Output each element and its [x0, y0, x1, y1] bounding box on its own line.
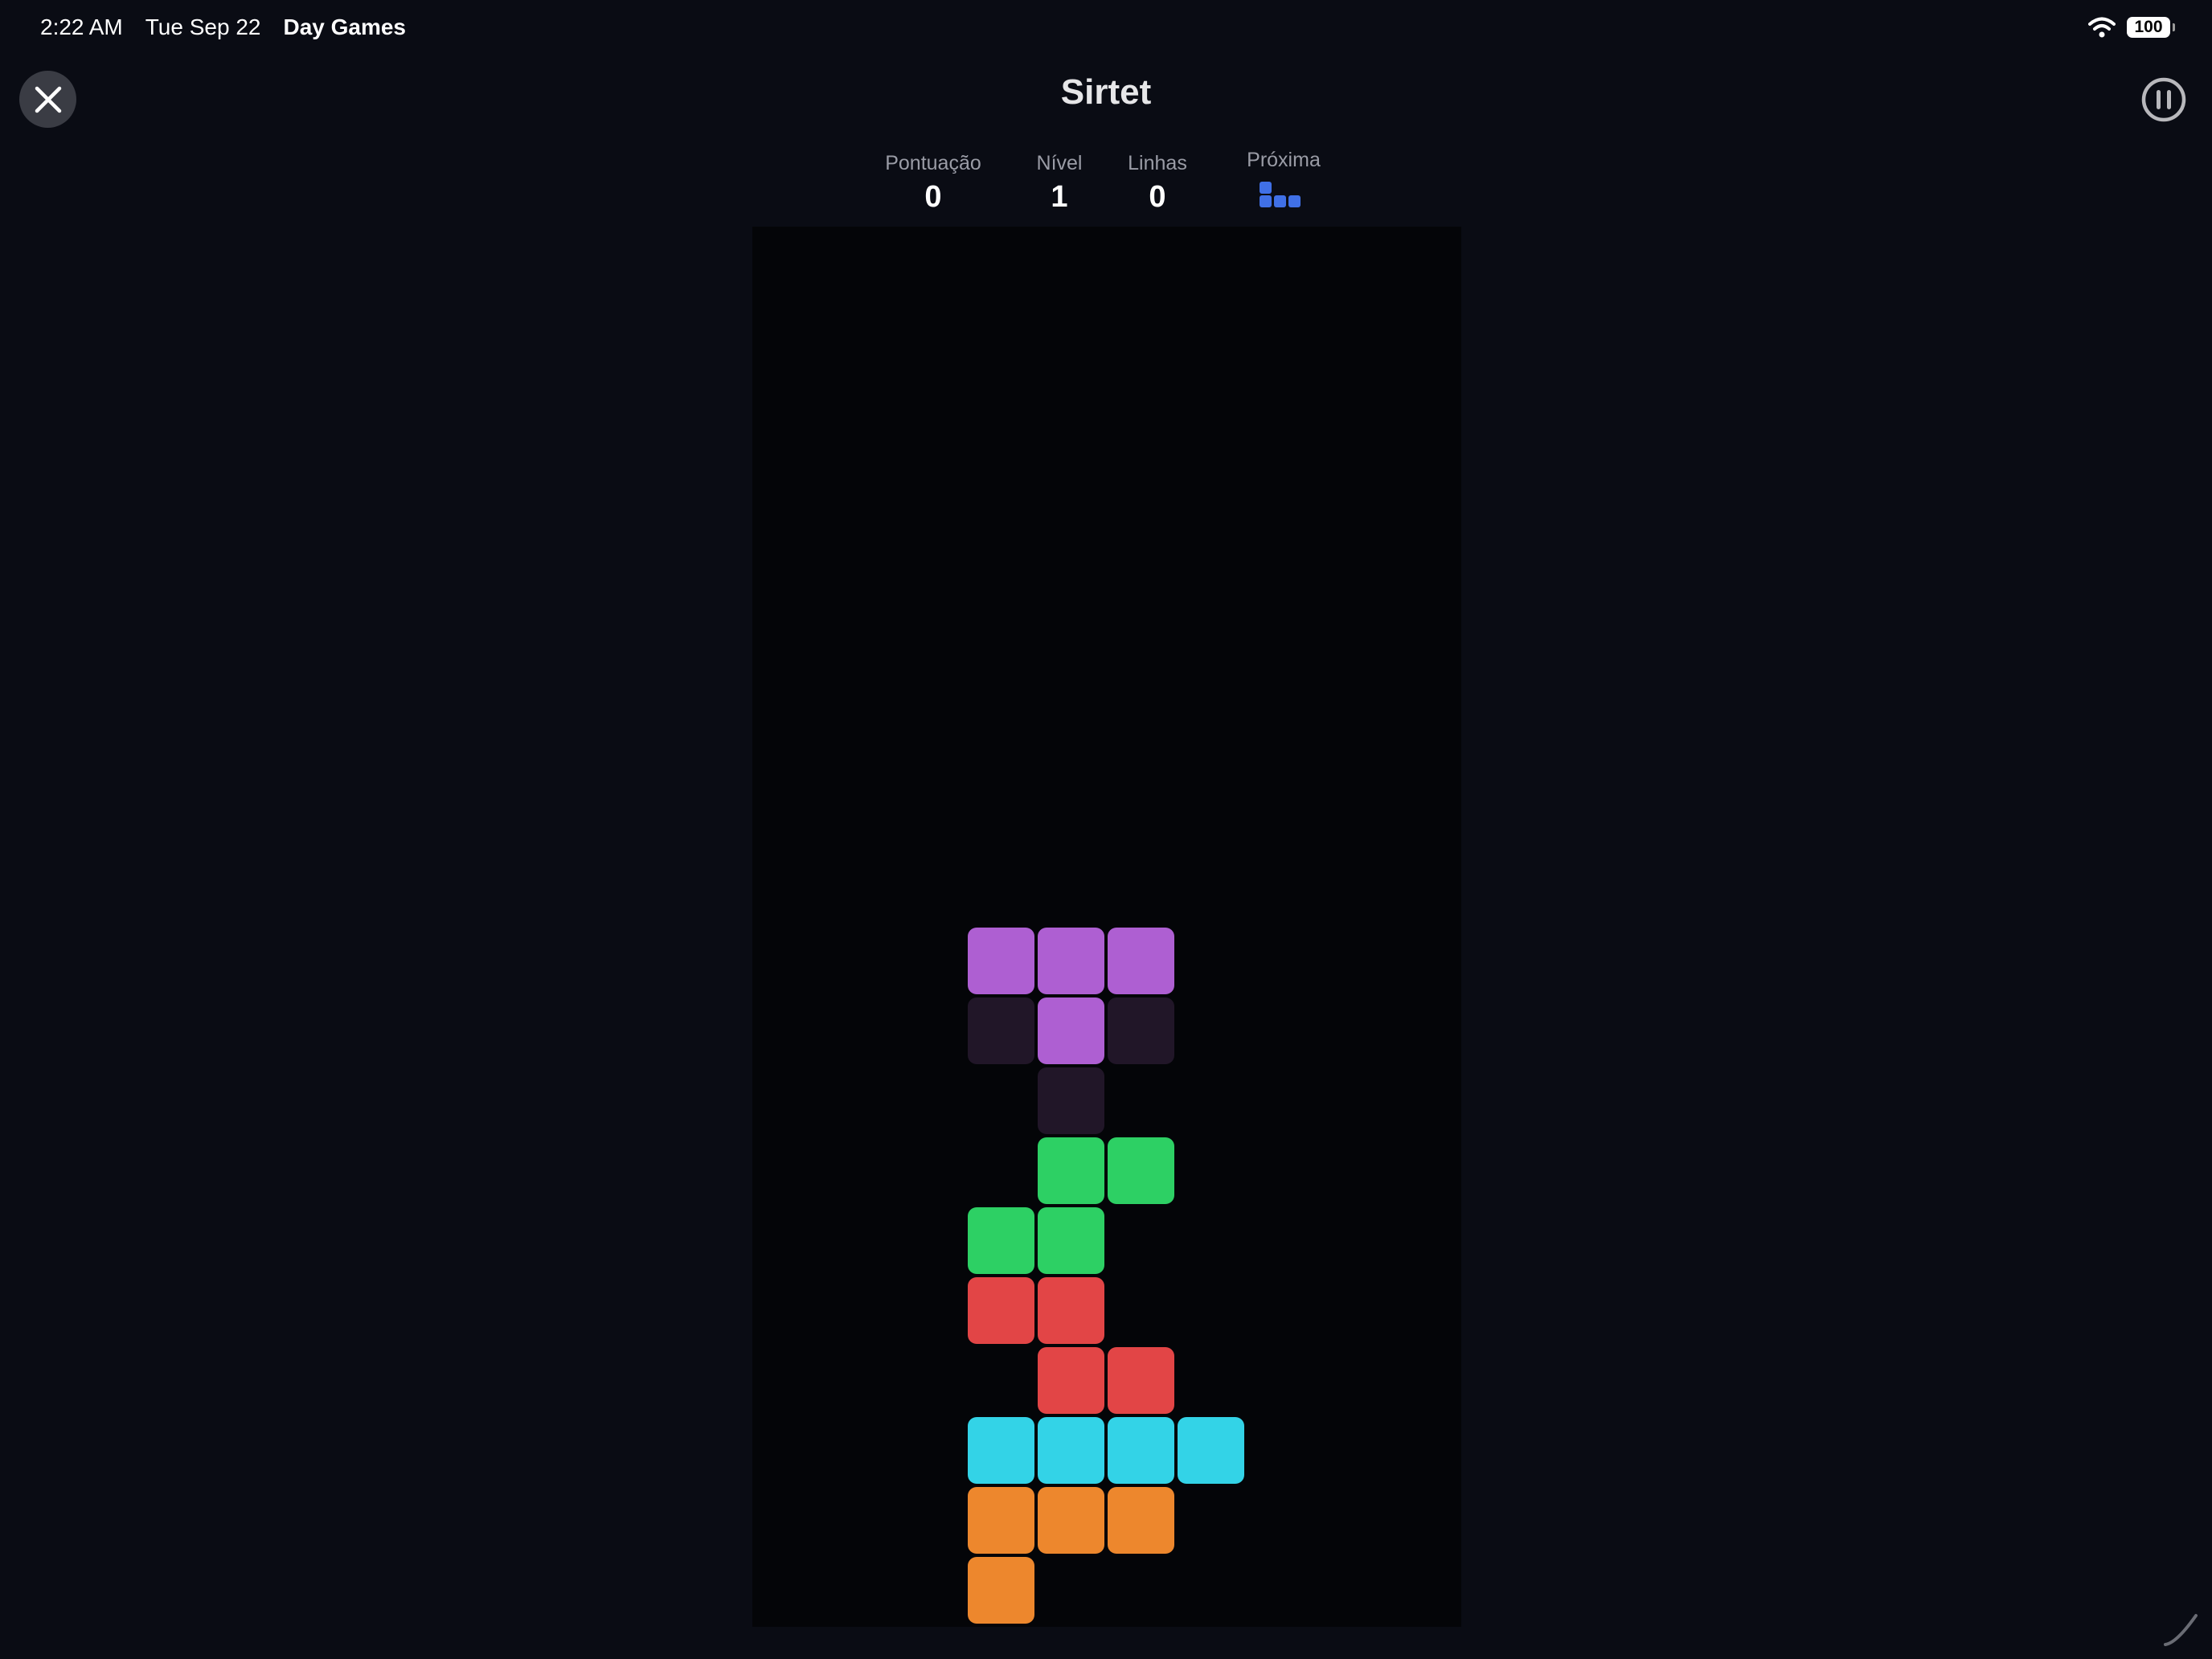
- next-piece-cell: [1260, 182, 1272, 194]
- game-title: Sirtet: [1060, 72, 1152, 112]
- wifi-icon: [2088, 17, 2116, 38]
- active-piece-cell: [1108, 928, 1174, 994]
- status-bar-left: 2:22 AM Tue Sep 22 Day Games: [40, 11, 428, 43]
- stacked-cell-orange: [968, 1487, 1034, 1554]
- close-button[interactable]: [19, 71, 76, 128]
- lines-label: Linhas: [1128, 152, 1187, 174]
- score-stat: Pontuação 0: [861, 150, 1006, 217]
- active-piece-cell: [1038, 997, 1104, 1064]
- status-app-name: Day Games: [283, 14, 407, 39]
- next-piece-cell: [1288, 195, 1301, 207]
- stacked-cell-red: [968, 1277, 1034, 1344]
- resize-corner-icon: [2164, 1614, 2198, 1646]
- battery-indicator: 100: [2127, 17, 2175, 38]
- score-label: Pontuação: [885, 152, 981, 174]
- stacked-cell-red: [1038, 1347, 1104, 1414]
- battery-level: 100: [2134, 18, 2163, 36]
- ghost-cell: [1108, 997, 1174, 1064]
- score-value: 0: [924, 180, 942, 214]
- stacked-cell-red: [1038, 1277, 1104, 1344]
- next-piece-stat: Próxima: [1211, 146, 1356, 212]
- next-piece-preview: [1260, 180, 1308, 212]
- next-label: Próxima: [1247, 149, 1321, 171]
- stacked-cell-cyan: [1038, 1417, 1104, 1484]
- ghost-cell: [968, 997, 1034, 1064]
- active-piece-cell: [968, 928, 1034, 994]
- stacked-cell-green: [1038, 1207, 1104, 1274]
- stacked-cell-green: [1038, 1137, 1104, 1204]
- pause-button[interactable]: [2140, 76, 2188, 124]
- next-piece-cell: [1274, 195, 1286, 207]
- stacked-cell-cyan: [1178, 1417, 1244, 1484]
- close-icon: [35, 86, 61, 113]
- active-piece-cell: [1038, 928, 1104, 994]
- stacked-cell-orange: [968, 1557, 1034, 1624]
- stacked-cell-cyan: [1108, 1417, 1174, 1484]
- stacked-cell-orange: [1038, 1487, 1104, 1554]
- stacked-cell-orange: [1108, 1487, 1174, 1554]
- status-bar-right: 100: [2088, 11, 2175, 43]
- stacked-cell-green: [968, 1207, 1034, 1274]
- status-date: Tue Sep 22: [145, 14, 261, 39]
- lines-stat: Linhas 0: [1085, 150, 1230, 217]
- game-board[interactable]: [752, 227, 1461, 1627]
- status-time: 2:22 AM: [40, 14, 123, 39]
- ghost-cell: [1038, 1067, 1104, 1134]
- stacked-cell-red: [1108, 1347, 1174, 1414]
- stacked-cell-green: [1108, 1137, 1174, 1204]
- game-screen: 2:22 AM Tue Sep 22 Day Games 100 Sirtet …: [0, 0, 2212, 1659]
- stacked-cell-cyan: [968, 1417, 1034, 1484]
- lines-value: 0: [1149, 180, 1166, 214]
- next-piece-cell: [1260, 195, 1272, 207]
- pause-icon: [2141, 77, 2186, 122]
